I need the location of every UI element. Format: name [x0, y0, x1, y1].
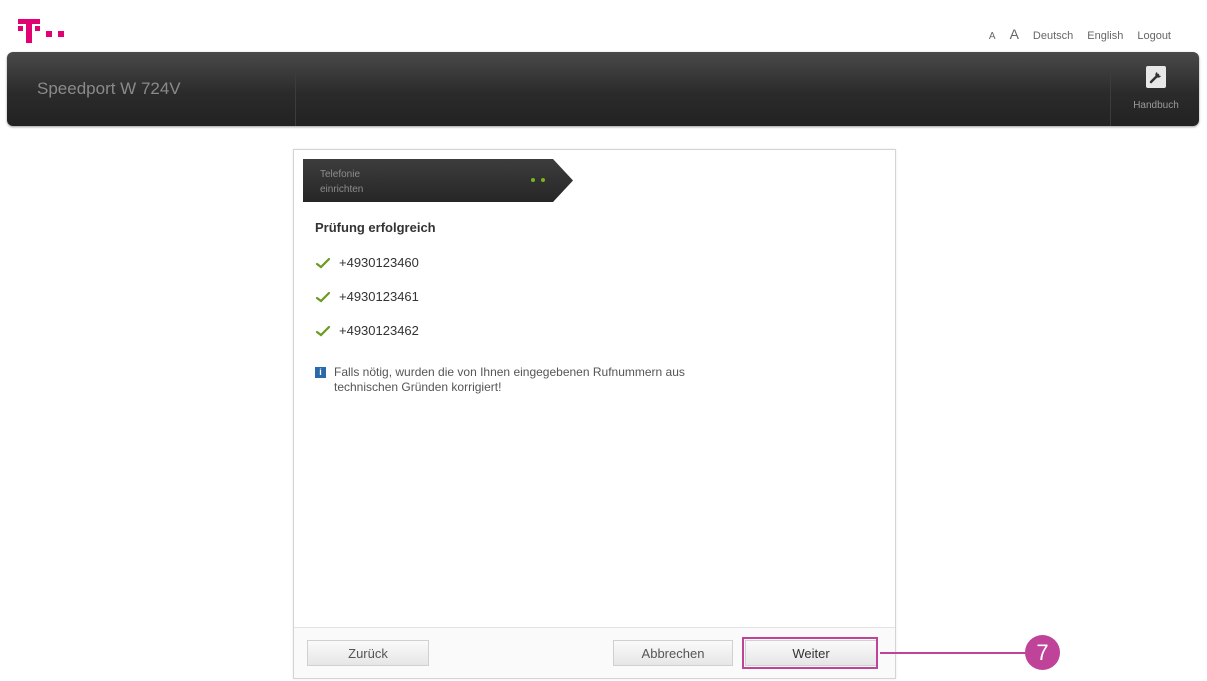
font-size-large-link[interactable]: A [1010, 26, 1019, 42]
top-links: A A Deutsch English Logout [989, 26, 1171, 42]
list-item: +4930123460 [315, 255, 875, 270]
cancel-button[interactable]: Abbrechen [613, 640, 733, 666]
annotation-line [880, 652, 1027, 654]
language-english-link[interactable]: English [1087, 30, 1123, 42]
product-title: Speedport W 724V [37, 79, 181, 98]
header-divider [1110, 66, 1111, 126]
logo-dot [58, 31, 64, 37]
logout-link[interactable]: Logout [1137, 30, 1171, 42]
phone-number: +4930123460 [339, 255, 419, 270]
logo-dot [46, 31, 52, 37]
telekom-t-icon [18, 15, 40, 43]
step-rufnummer-zuordnung: Rufnummer Zuordnung [553, 159, 890, 202]
phone-number: +4930123462 [339, 323, 419, 338]
dialog-content: Prüfung erfolgreich +4930123460 +4930123… [315, 220, 875, 395]
manual-button[interactable]: Handbuch [1119, 66, 1193, 111]
back-button[interactable]: Zurück [307, 640, 429, 666]
step1-label-line1: Telefonie [320, 169, 361, 180]
telekom-logo [18, 14, 64, 44]
next-button[interactable]: Weiter [745, 640, 877, 666]
step1-label-line2: einrichten [320, 184, 364, 195]
info-text-line1: Falls nötig, wurden die von Ihnen eingeg… [334, 365, 685, 379]
step-telefonie-einrichten: Telefonie einrichten [303, 159, 573, 202]
manual-label: Handbuch [1133, 100, 1179, 111]
wrench-book-icon [1146, 66, 1166, 88]
step2-label-line2: Zuordnung [611, 184, 660, 195]
wizard-steps: Rufnummer Zuordnung Telefonie einrichten [303, 159, 890, 202]
checkmark-icon [315, 291, 331, 302]
checkmark-icon [315, 325, 331, 336]
dialog-footer: Zurück Abbrechen Weiter [294, 627, 895, 678]
header-divider [295, 66, 296, 126]
checkmark-icon [315, 257, 331, 268]
list-item: +4930123462 [315, 323, 875, 338]
info-text-line2: technischen Gründen korrigiert! [334, 380, 502, 394]
header-bar: Speedport W 724V Handbuch [7, 52, 1199, 126]
result-title: Prüfung erfolgreich [315, 220, 436, 235]
info-message: i Falls nötig, wurden die von Ihnen eing… [315, 365, 875, 395]
annotation-badge: 7 [1025, 635, 1060, 670]
language-deutsch-link[interactable]: Deutsch [1033, 30, 1073, 42]
step2-label-line1: Rufnummer [611, 169, 664, 180]
info-icon: i [315, 367, 326, 378]
wizard-dialog: Rufnummer Zuordnung Telefonie einrichten… [293, 149, 896, 679]
page: A A Deutsch English Logout Speedport W 7… [0, 0, 1207, 681]
font-size-small-link[interactable]: A [989, 31, 996, 42]
list-item: +4930123461 [315, 289, 875, 304]
progress-dots [531, 178, 545, 182]
phone-number: +4930123461 [339, 289, 419, 304]
